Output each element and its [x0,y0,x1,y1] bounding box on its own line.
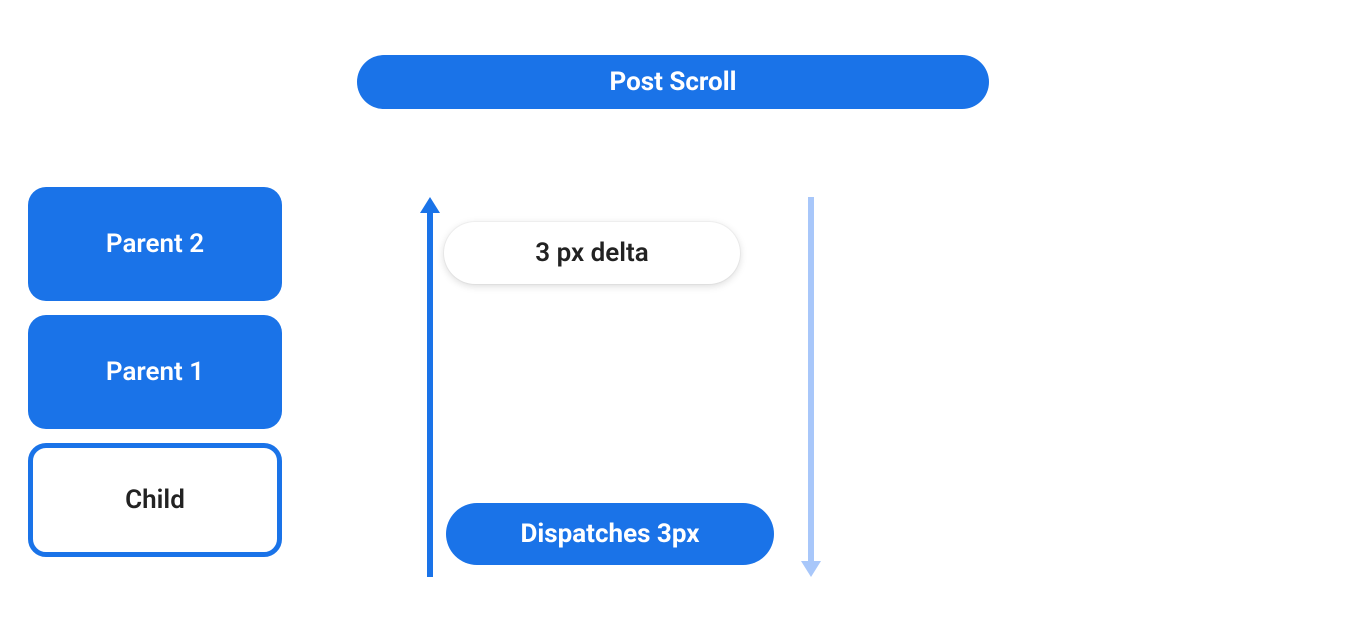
post-scroll-header: Post Scroll [357,55,989,109]
delta-label: 3 px delta [535,238,648,268]
parent-1-label: Parent 1 [106,357,204,387]
child-box: Child [28,443,282,557]
dispatch-label: Dispatches 3px [520,519,699,549]
arrow-down-icon [801,197,821,577]
parent-1-box: Parent 1 [28,315,282,429]
child-label: Child [125,485,185,515]
parent-2-box: Parent 2 [28,187,282,301]
parent-2-label: Parent 2 [106,229,204,259]
delta-pill: 3 px delta [444,222,740,284]
header-title: Post Scroll [609,67,736,97]
hierarchy-sidebar: Parent 2 Parent 1 Child [28,187,282,557]
dispatch-pill: Dispatches 3px [446,503,774,565]
arrow-up-icon [420,197,440,577]
